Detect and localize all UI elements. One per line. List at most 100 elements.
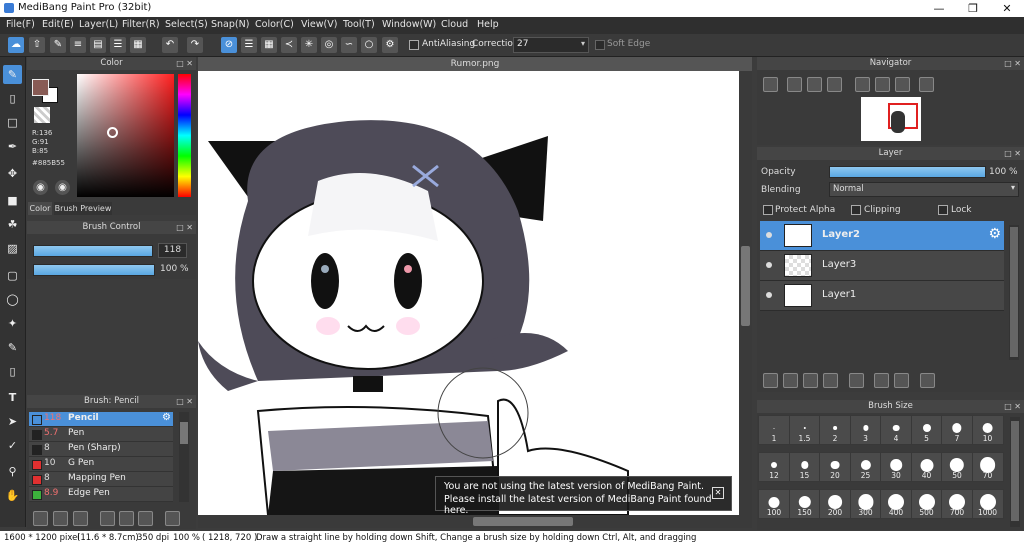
new-1bit-layer-icon[interactable] bbox=[803, 373, 818, 388]
color-settings-icon[interactable]: ◉ bbox=[55, 180, 70, 195]
clipping-checkbox[interactable] bbox=[851, 205, 861, 215]
scrollbar-thumb[interactable] bbox=[180, 422, 188, 444]
zoom-in-icon[interactable] bbox=[763, 77, 778, 92]
trash-icon[interactable] bbox=[920, 373, 935, 388]
close-icon[interactable]: ✕ bbox=[990, 0, 1024, 17]
menu-cloud[interactable]: Cloud bbox=[441, 19, 468, 30]
zoom-tool-icon[interactable]: ⚲ bbox=[3, 462, 22, 481]
layer-dropdown-icon[interactable] bbox=[823, 373, 838, 388]
duplicate-layer-icon[interactable] bbox=[874, 373, 889, 388]
menu-view[interactable]: View(V) bbox=[301, 19, 337, 30]
palette-icon[interactable]: ◉ bbox=[33, 180, 48, 195]
hand-tool-icon[interactable]: ✋ bbox=[3, 486, 22, 505]
cross-snap-icon[interactable]: ▦ bbox=[261, 37, 277, 53]
foreground-color-swatch[interactable] bbox=[32, 79, 49, 96]
brush-size-value[interactable]: 118 bbox=[158, 243, 187, 258]
brush-size-option[interactable]: 150 bbox=[788, 489, 821, 519]
close-icon[interactable]: □ ✕ bbox=[176, 57, 193, 70]
comment-icon[interactable]: ✎ bbox=[50, 37, 66, 53]
new-brush-icon[interactable] bbox=[53, 511, 68, 526]
trash-icon[interactable] bbox=[165, 511, 180, 526]
canvas-vertical-scrollbar[interactable] bbox=[739, 71, 752, 515]
brush-size-option[interactable]: 12 bbox=[758, 452, 790, 482]
concentric-snap-icon[interactable]: ◎ bbox=[321, 37, 337, 53]
maximize-icon[interactable]: ❐ bbox=[956, 0, 990, 17]
text-tool-icon[interactable]: T bbox=[3, 388, 22, 407]
select-rect-icon[interactable]: ▢ bbox=[3, 266, 22, 285]
gradient-tool-icon[interactable]: ▨ bbox=[3, 239, 22, 258]
brush-size-option[interactable]: 1000 bbox=[971, 489, 1004, 519]
layer-opacity-slider[interactable] bbox=[829, 166, 986, 178]
radial-snap-icon[interactable]: ✳ bbox=[301, 37, 317, 53]
new-layer-icon[interactable] bbox=[763, 373, 778, 388]
close-icon[interactable]: □ ✕ bbox=[1004, 57, 1021, 70]
menu-color[interactable]: Color(C) bbox=[255, 19, 294, 30]
brush-size-option[interactable]: 4 bbox=[880, 415, 912, 445]
brush-add-icon[interactable] bbox=[33, 511, 48, 526]
brush-size-option[interactable]: 2 bbox=[819, 415, 851, 445]
brush-size-option[interactable]: 15 bbox=[788, 452, 821, 482]
menu-window[interactable]: Window(W) bbox=[382, 19, 436, 30]
antialiasing-checkbox[interactable] bbox=[409, 40, 419, 50]
undo-icon[interactable]: ↶ bbox=[162, 37, 178, 53]
cloud-icon[interactable]: ☁ bbox=[8, 37, 24, 53]
brush-size-option[interactable]: 70 bbox=[971, 452, 1004, 482]
brush-properties-icon[interactable] bbox=[100, 511, 115, 526]
brush-item-mapping-pen[interactable]: 8 Mapping Pen bbox=[29, 472, 173, 487]
tab-brush-preview[interactable]: Brush Preview bbox=[54, 202, 112, 215]
brush-size-option[interactable]: 20 bbox=[819, 452, 851, 482]
brush-size-option[interactable]: 7 bbox=[941, 415, 973, 445]
move-tool-icon[interactable]: ✥ bbox=[3, 164, 22, 183]
gear-icon[interactable]: ⚙ bbox=[162, 412, 171, 423]
close-icon[interactable]: □ ✕ bbox=[1004, 400, 1021, 413]
brush-size-option[interactable]: 30 bbox=[880, 452, 912, 482]
parallel-snap-icon[interactable]: ☰ bbox=[241, 37, 257, 53]
eyedropper-icon[interactable]: ✓ bbox=[3, 436, 22, 455]
brush-size-slider[interactable] bbox=[33, 245, 153, 257]
brush-item-pen-sharp[interactable]: 8 Pen (Sharp) bbox=[29, 442, 173, 457]
brush-tool-icon[interactable]: ✎ bbox=[3, 65, 22, 84]
brush-size-option[interactable]: 400 bbox=[880, 489, 912, 519]
lock-checkbox[interactable] bbox=[938, 205, 948, 215]
brush-size-option[interactable]: 1 bbox=[758, 415, 790, 445]
dot-tool-icon[interactable]: □ bbox=[3, 113, 22, 132]
vanish-snap-icon[interactable]: ≺ bbox=[281, 37, 297, 53]
scrollbar-thumb[interactable] bbox=[1011, 421, 1019, 521]
menu-file[interactable]: File(F) bbox=[6, 19, 35, 30]
brush-size-option[interactable]: 200 bbox=[819, 489, 851, 519]
brush-size-option[interactable]: 50 bbox=[941, 452, 973, 482]
navigator-thumbnail[interactable] bbox=[861, 97, 921, 141]
close-icon[interactable]: ✕ bbox=[712, 487, 724, 499]
navigator-settings-icon[interactable] bbox=[919, 77, 934, 92]
brush-size-scrollbar[interactable] bbox=[1010, 417, 1020, 527]
menu-filter[interactable]: Filter(R) bbox=[122, 19, 160, 30]
menu-help[interactable]: Help bbox=[477, 19, 499, 30]
brush-dropdown-icon[interactable] bbox=[73, 511, 88, 526]
document-icon[interactable]: ▤ bbox=[90, 37, 106, 53]
menu-layer[interactable]: Layer(L) bbox=[79, 19, 118, 30]
brush-item-pencil[interactable]: 118 Pencil ⚙ bbox=[29, 412, 173, 427]
redo-icon[interactable]: ↷ bbox=[187, 37, 203, 53]
brush-size-option[interactable]: 40 bbox=[910, 452, 943, 482]
bucket-tool-icon[interactable]: ☘ bbox=[3, 215, 22, 234]
update-notice[interactable]: You are not using the latest version of … bbox=[435, 476, 732, 515]
list-icon[interactable]: ☰ bbox=[110, 37, 126, 53]
brush-list-scrollbar[interactable] bbox=[179, 412, 189, 502]
brush-size-option[interactable]: 3 bbox=[849, 415, 882, 445]
eraser-tool-icon[interactable]: ▯ bbox=[3, 89, 22, 108]
folder-icon[interactable] bbox=[849, 373, 864, 388]
brush-item-g-pen[interactable]: 10 G Pen bbox=[29, 457, 173, 472]
picker-cursor[interactable] bbox=[107, 127, 118, 138]
protect-alpha-checkbox[interactable] bbox=[763, 205, 773, 215]
brush-size-option[interactable]: 25 bbox=[849, 452, 882, 482]
gear-icon[interactable]: ⚙ bbox=[382, 37, 398, 53]
zoom-actual-icon[interactable] bbox=[807, 77, 822, 92]
layer-scrollbar[interactable] bbox=[1009, 225, 1019, 360]
menu-icon[interactable]: ≡ bbox=[70, 37, 86, 53]
close-icon[interactable]: □ ✕ bbox=[176, 221, 193, 234]
operation-tool-icon[interactable]: ➤ bbox=[3, 412, 22, 431]
blending-select[interactable]: Normal ▾ bbox=[829, 182, 1019, 197]
zoom-fit-icon[interactable] bbox=[787, 77, 802, 92]
scrollbar-thumb[interactable] bbox=[473, 517, 573, 526]
brush-size-option[interactable]: 10 bbox=[971, 415, 1004, 445]
